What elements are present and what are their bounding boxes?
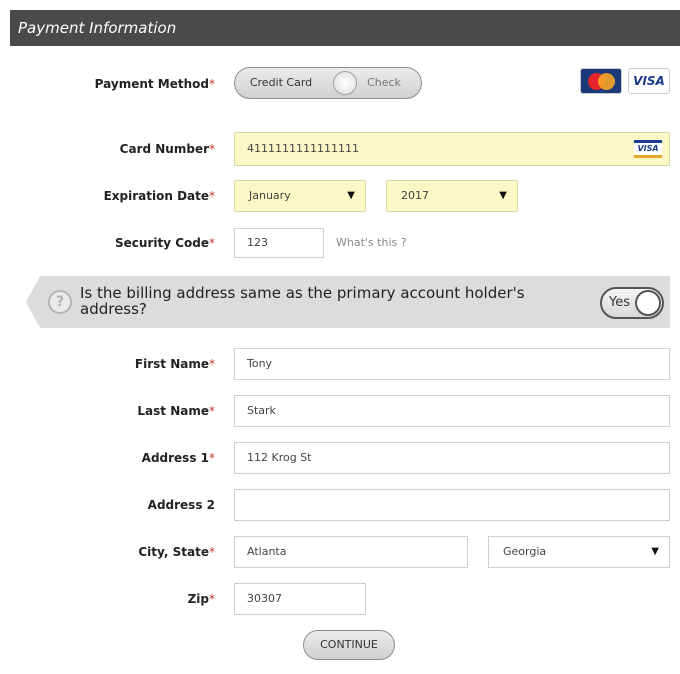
toggle-yes-label: Yes: [609, 295, 630, 310]
zip-input[interactable]: 30307: [234, 583, 366, 615]
dropdown-arrow-icon: ▼: [651, 546, 659, 557]
first-name-input[interactable]: Tony: [234, 348, 670, 380]
billing-same-toggle[interactable]: Yes: [600, 287, 664, 319]
expiration-year-select[interactable]: 2017 ▼: [386, 180, 518, 212]
address2-label: Address 2: [147, 498, 215, 512]
city-input[interactable]: Atlanta: [234, 536, 468, 568]
security-code-help-link[interactable]: What's this ?: [336, 236, 407, 250]
zip-label: Zip*: [187, 592, 215, 606]
address1-label: Address 1*: [141, 451, 215, 465]
security-code-label: Security Code*: [115, 236, 215, 250]
first-name-label: First Name*: [134, 357, 215, 371]
payment-method-toggle[interactable]: Credit Card Check: [234, 67, 422, 99]
visa-logo-icon: VISA: [628, 68, 670, 94]
option-credit-card[interactable]: Credit Card: [235, 68, 327, 98]
state-select[interactable]: Georgia ▼: [488, 536, 670, 568]
security-code-input[interactable]: 123: [234, 228, 324, 258]
dropdown-arrow-icon: ▼: [499, 190, 507, 201]
city-state-label: City, State*: [138, 545, 215, 559]
toggle-knob-icon: [333, 71, 357, 95]
expiration-date-label: Expiration Date*: [103, 189, 215, 203]
payment-method-label: Payment Method*: [94, 77, 215, 91]
address1-input[interactable]: 112 Krog St: [234, 442, 670, 474]
help-icon[interactable]: ?: [48, 290, 72, 314]
expiration-month-select[interactable]: January ▼: [234, 180, 366, 212]
address2-input[interactable]: [234, 489, 670, 521]
section-title: Payment Information: [18, 19, 177, 37]
toggle-knob-icon: [635, 290, 661, 316]
billing-bar-notch: [26, 276, 40, 328]
card-number-input[interactable]: 4111111111111111: [234, 132, 670, 166]
option-check[interactable]: Check: [359, 68, 409, 98]
last-name-input[interactable]: Stark: [234, 395, 670, 427]
last-name-label: Last Name*: [137, 404, 215, 418]
billing-question: Is the billing address same as the prima…: [80, 284, 525, 318]
continue-button[interactable]: CONTINUE: [303, 630, 395, 660]
section-header: Payment Information: [10, 10, 680, 46]
dropdown-arrow-icon: ▼: [347, 190, 355, 201]
mastercard-logo-icon: [580, 68, 622, 94]
card-number-label: Card Number*: [119, 142, 215, 156]
card-type-visa-icon: VISA: [634, 140, 662, 158]
